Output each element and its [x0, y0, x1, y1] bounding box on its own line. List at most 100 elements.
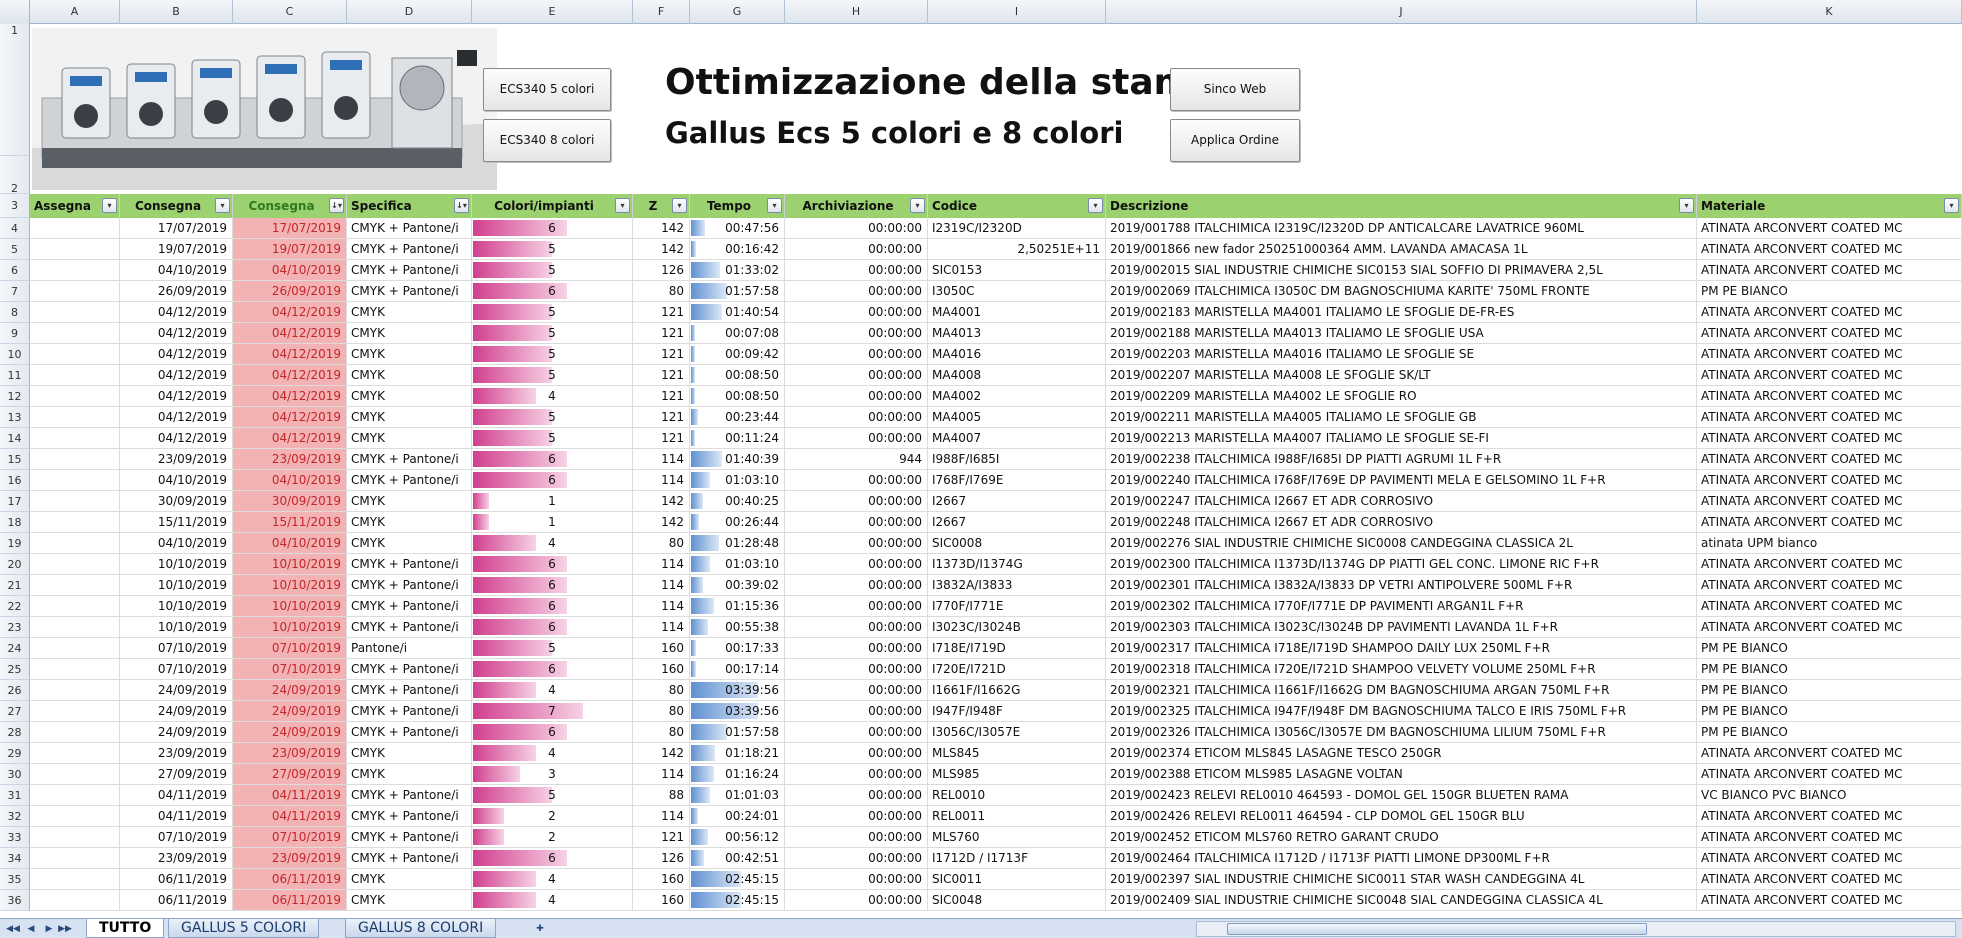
cell-tempo[interactable]: 00:16:42	[690, 239, 785, 260]
cell-specifica[interactable]: CMYK + Pantone/i	[347, 827, 472, 848]
cell-colori[interactable]: 6	[472, 449, 633, 470]
cell-z[interactable]: 88	[633, 785, 690, 806]
cell-assegna[interactable]	[30, 239, 120, 260]
cell-colori[interactable]: 5	[472, 323, 633, 344]
cell-archiviazione[interactable]: 00:00:00	[785, 575, 928, 596]
cell-consegna-pink[interactable]: 24/09/2019	[233, 722, 347, 743]
row-number[interactable]: 22	[0, 596, 30, 617]
cell-tempo[interactable]: 00:42:51	[690, 848, 785, 869]
cell-descrizione[interactable]: 2019/002397 SIAL INDUSTRIE CHIMICHE SIC0…	[1106, 869, 1697, 890]
cell-consegna-pink[interactable]: 04/11/2019	[233, 785, 347, 806]
cell-specifica[interactable]: CMYK + Pantone/i	[347, 596, 472, 617]
cell-materiale[interactable]: ATINATA ARCONVERT COATED MC	[1697, 239, 1962, 260]
cell-codice[interactable]: I768F/I769E	[928, 470, 1106, 491]
cell-archiviazione[interactable]: 00:00:00	[785, 617, 928, 638]
cell-consegna[interactable]: 27/09/2019	[120, 764, 233, 785]
cell-materiale[interactable]: ATINATA ARCONVERT COATED MC	[1697, 554, 1962, 575]
cell-materiale[interactable]: ATINATA ARCONVERT COATED MC	[1697, 323, 1962, 344]
cell-archiviazione[interactable]: 00:00:00	[785, 764, 928, 785]
cell-tempo[interactable]: 00:24:01	[690, 806, 785, 827]
sheet-tab[interactable]: GALLUS 5 COLORI	[168, 919, 320, 938]
cell-consegna[interactable]: 30/09/2019	[120, 491, 233, 512]
cell-specifica[interactable]: CMYK	[347, 428, 472, 449]
cell-consegna[interactable]: 23/09/2019	[120, 449, 233, 470]
cell-materiale[interactable]: ATINATA ARCONVERT COATED MC	[1697, 512, 1962, 533]
cell-z[interactable]: 114	[633, 554, 690, 575]
cell-z[interactable]: 126	[633, 260, 690, 281]
cell-archiviazione[interactable]: 00:00:00	[785, 428, 928, 449]
cell-colori[interactable]: 5	[472, 302, 633, 323]
cell-codice[interactable]: MA4001	[928, 302, 1106, 323]
cell-z[interactable]: 80	[633, 722, 690, 743]
cell-materiale[interactable]: ATINATA ARCONVERT COATED MC	[1697, 617, 1962, 638]
cell-z[interactable]: 142	[633, 239, 690, 260]
cell-colori[interactable]: 4	[472, 869, 633, 890]
last-sheet-icon[interactable]: ▶▶	[58, 922, 72, 936]
row-number[interactable]: 10	[0, 344, 30, 365]
cell-materiale[interactable]: ATINATA ARCONVERT COATED MC	[1697, 302, 1962, 323]
cell-materiale[interactable]: atinata UPM bianco	[1697, 533, 1962, 554]
cell-descrizione[interactable]: 2019/002302 ITALCHIMICA I770F/I771E DP P…	[1106, 596, 1697, 617]
cell-consegna[interactable]: 24/09/2019	[120, 722, 233, 743]
cell-tempo[interactable]: 02:45:15	[690, 869, 785, 890]
cell-descrizione[interactable]: 2019/002388 ETICOM MLS985 LASAGNE VOLTAN	[1106, 764, 1697, 785]
cell-specifica[interactable]: CMYK + Pantone/i	[347, 281, 472, 302]
cell-colori[interactable]: 1	[472, 512, 633, 533]
cell-consegna-pink[interactable]: 07/10/2019	[233, 827, 347, 848]
cell-tempo[interactable]: 00:17:33	[690, 638, 785, 659]
cell-tempo[interactable]: 01:40:54	[690, 302, 785, 323]
cell-archiviazione[interactable]: 00:00:00	[785, 323, 928, 344]
cell-specifica[interactable]: CMYK	[347, 386, 472, 407]
cell-materiale[interactable]: ATINATA ARCONVERT COATED MC	[1697, 491, 1962, 512]
row-number[interactable]: 24	[0, 638, 30, 659]
cell-materiale[interactable]: PM PE BIANCO	[1697, 659, 1962, 680]
cell-colori[interactable]: 2	[472, 827, 633, 848]
filter-dropdown-icon[interactable]: ▾	[1944, 198, 1959, 213]
cell-codice[interactable]: I1373D/I1374G	[928, 554, 1106, 575]
cell-z[interactable]: 121	[633, 323, 690, 344]
cell-codice[interactable]: I2319C/I2320D	[928, 218, 1106, 239]
cell-consegna[interactable]: 04/10/2019	[120, 470, 233, 491]
cell-tempo[interactable]: 00:08:50	[690, 365, 785, 386]
cell-consegna[interactable]: 24/09/2019	[120, 680, 233, 701]
cell-archiviazione[interactable]: 00:00:00	[785, 638, 928, 659]
cell-specifica[interactable]: CMYK	[347, 491, 472, 512]
cell-consegna[interactable]: 04/12/2019	[120, 407, 233, 428]
row-number[interactable]: 13	[0, 407, 30, 428]
cell-colori[interactable]: 5	[472, 344, 633, 365]
filter-dropdown-icon[interactable]: ↓▾	[329, 198, 344, 213]
cell-consegna[interactable]: 04/12/2019	[120, 323, 233, 344]
cell-descrizione[interactable]: 2019/001866 new fador 250251000364 AMM. …	[1106, 239, 1697, 260]
cell-materiale[interactable]: PM PE BIANCO	[1697, 722, 1962, 743]
cell-archiviazione[interactable]: 00:00:00	[785, 533, 928, 554]
cell-codice[interactable]: MLS760	[928, 827, 1106, 848]
row-number[interactable]: 8	[0, 302, 30, 323]
cell-z[interactable]: 142	[633, 491, 690, 512]
row-number[interactable]: 27	[0, 701, 30, 722]
row-number[interactable]: 19	[0, 533, 30, 554]
column-header-i[interactable]: I	[928, 0, 1106, 24]
cell-codice[interactable]: I947F/I948F	[928, 701, 1106, 722]
cell-materiale[interactable]: ATINATA ARCONVERT COATED MC	[1697, 218, 1962, 239]
cell-descrizione[interactable]: 2019/002211 MARISTELLA MA4005 ITALIAMO L…	[1106, 407, 1697, 428]
cell-consegna-pink[interactable]: 26/09/2019	[233, 281, 347, 302]
cell-assegna[interactable]	[30, 869, 120, 890]
cell-consegna-pink[interactable]: 04/10/2019	[233, 470, 347, 491]
cell-codice[interactable]: MA4016	[928, 344, 1106, 365]
cell-consegna[interactable]: 04/12/2019	[120, 386, 233, 407]
cell-assegna[interactable]	[30, 449, 120, 470]
cell-specifica[interactable]: CMYK + Pantone/i	[347, 848, 472, 869]
cell-colori[interactable]: 7	[472, 701, 633, 722]
cell-materiale[interactable]: ATINATA ARCONVERT COATED MC	[1697, 890, 1962, 911]
column-header-e[interactable]: E	[472, 0, 633, 24]
cell-consegna[interactable]: 24/09/2019	[120, 701, 233, 722]
cell-z[interactable]: 160	[633, 659, 690, 680]
cell-consegna[interactable]: 10/10/2019	[120, 617, 233, 638]
cell-consegna-pink[interactable]: 04/12/2019	[233, 386, 347, 407]
cell-tempo[interactable]: 00:56:12	[690, 827, 785, 848]
cell-assegna[interactable]	[30, 218, 120, 239]
cell-assegna[interactable]	[30, 281, 120, 302]
cell-specifica[interactable]: Pantone/i	[347, 638, 472, 659]
cell-tempo[interactable]: 01:01:03	[690, 785, 785, 806]
cell-codice[interactable]: I2667	[928, 512, 1106, 533]
